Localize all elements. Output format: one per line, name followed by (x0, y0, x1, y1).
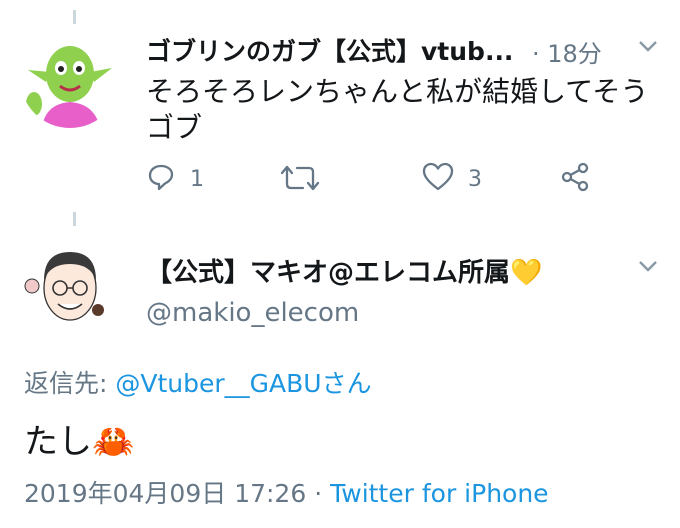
tweet2-display-name[interactable]: 【公式】マキオ@エレコム所属💛 (146, 252, 542, 289)
reply-action[interactable]: 1 (146, 162, 204, 196)
tweet1-text-line2: ゴブ (146, 111, 203, 144)
chevron-down-icon[interactable] (636, 256, 660, 276)
thread-line-top (73, 10, 76, 24)
tweet2-handle[interactable]: @makio_elecom (146, 298, 359, 328)
tweet2-text: たし🦀 (24, 422, 135, 462)
tweet1-display-name[interactable]: ゴブリンのガブ【公式】vtub... (146, 32, 513, 68)
share-icon[interactable] (560, 162, 590, 196)
reply-to-user-link[interactable]: @Vtuber__GABUさん (115, 369, 371, 398)
makio-avatar[interactable] (20, 236, 116, 332)
like-count: 3 (468, 166, 482, 192)
retweet-icon[interactable] (280, 163, 320, 197)
thread-line-mid (73, 212, 76, 226)
reply-icon[interactable] (146, 162, 176, 196)
like-action[interactable]: 3 (422, 162, 482, 196)
reply-count: 1 (190, 166, 204, 192)
goblin-avatar[interactable] (20, 28, 120, 128)
chevron-down-icon[interactable] (636, 36, 660, 56)
tweet2-meta: 2019年04月09日 17:26 · Twitter for iPhone (24, 474, 549, 510)
reply-to-line: 返信先: @Vtuber__GABUさん (24, 364, 372, 400)
tweet2-source-link[interactable]: Twitter for iPhone (330, 479, 548, 508)
tweet1-time[interactable]: · 18分 (532, 34, 602, 69)
tweet2-timestamp[interactable]: 2019年04月09日 17:26 (24, 479, 306, 508)
reply-to-label: 返信先: (24, 369, 108, 398)
like-icon[interactable] (422, 162, 454, 196)
tweet1-text-line1: そろそろレンちゃんと私が結婚してそう (146, 75, 649, 108)
meta-separator: · (314, 479, 323, 508)
